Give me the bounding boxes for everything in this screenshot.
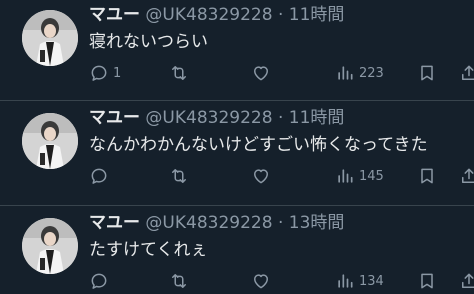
tweet-header: マユー @UK48329228 · 11時間 xyxy=(89,107,344,129)
views-button[interactable]: 134 xyxy=(335,268,384,294)
tweet-text: たすけてくれぇ xyxy=(89,240,208,260)
author-name[interactable]: マユー xyxy=(89,5,140,25)
author-handle[interactable]: @UK48329228 xyxy=(145,213,272,233)
tweet[interactable]: マユー @UK48329228 · 11時間 寝れないつらい 1 223 xyxy=(0,0,474,101)
reply-count: 1 xyxy=(113,65,122,81)
avatar[interactable] xyxy=(22,10,78,66)
tweet[interactable]: マユー @UK48329228 · 11時間 なんかわかんないけどすごい怖くなっ… xyxy=(0,101,474,206)
views-icon xyxy=(338,169,353,183)
share-button[interactable] xyxy=(459,268,474,294)
bookmark-button[interactable] xyxy=(417,60,437,86)
share-icon xyxy=(462,168,474,183)
views-button[interactable]: 145 xyxy=(335,163,384,189)
tweet-text: 寝れないつらい xyxy=(89,32,208,52)
bookmark-icon xyxy=(421,65,433,81)
timeline-feed: マユー @UK48329228 · 11時間 寝れないつらい 1 223 マユー… xyxy=(0,0,474,294)
views-count: 145 xyxy=(359,168,384,184)
reply-button[interactable]: 1 xyxy=(89,60,121,86)
views-icon xyxy=(338,274,353,288)
share-icon xyxy=(462,273,474,288)
tweet-timestamp[interactable]: 11時間 xyxy=(289,108,345,128)
avatar-photo-icon xyxy=(22,218,78,274)
reply-icon xyxy=(91,273,107,289)
separator-dot: · xyxy=(277,5,284,25)
share-button[interactable] xyxy=(459,60,474,86)
views-button[interactable]: 223 xyxy=(335,60,384,86)
tweet-actions: 145 xyxy=(89,163,474,189)
tweet-header: マユー @UK48329228 · 11時間 xyxy=(89,4,344,26)
avatar[interactable] xyxy=(22,218,78,274)
tweet-actions: 134 xyxy=(89,268,474,294)
like-button[interactable] xyxy=(251,163,275,189)
retweet-icon xyxy=(172,169,186,183)
reply-icon xyxy=(91,65,107,81)
tweet-header: マユー @UK48329228 · 13時間 xyxy=(89,212,344,234)
tweet-timestamp[interactable]: 13時間 xyxy=(289,213,345,233)
avatar-photo-icon xyxy=(22,113,78,169)
separator-dot: · xyxy=(277,108,284,128)
reply-icon xyxy=(91,168,107,184)
separator-dot: · xyxy=(277,213,284,233)
author-handle[interactable]: @UK48329228 xyxy=(145,108,272,128)
author-name[interactable]: マユー xyxy=(89,108,140,128)
avatar[interactable] xyxy=(22,113,78,169)
heart-icon xyxy=(254,274,268,289)
views-count: 223 xyxy=(359,65,384,81)
bookmark-icon xyxy=(421,273,433,289)
author-name[interactable]: マユー xyxy=(89,213,140,233)
like-button[interactable] xyxy=(251,60,275,86)
tweet-actions: 1 223 xyxy=(89,60,474,86)
share-button[interactable] xyxy=(459,163,474,189)
views-icon xyxy=(338,66,353,80)
retweet-button[interactable] xyxy=(169,163,193,189)
heart-icon xyxy=(254,66,268,81)
retweet-icon xyxy=(172,66,186,80)
reply-button[interactable] xyxy=(89,163,113,189)
retweet-icon xyxy=(172,274,186,288)
heart-icon xyxy=(254,169,268,184)
retweet-button[interactable] xyxy=(169,268,193,294)
views-count: 134 xyxy=(359,273,384,289)
bookmark-icon xyxy=(421,168,433,184)
retweet-button[interactable] xyxy=(169,60,193,86)
author-handle[interactable]: @UK48329228 xyxy=(145,5,272,25)
tweet[interactable]: マユー @UK48329228 · 13時間 たすけてくれぇ 134 xyxy=(0,206,474,294)
reply-button[interactable] xyxy=(89,268,113,294)
like-button[interactable] xyxy=(251,268,275,294)
tweet-timestamp[interactable]: 11時間 xyxy=(289,5,345,25)
tweet-text: なんかわかんないけどすごい怖くなってきた xyxy=(89,135,428,155)
bookmark-button[interactable] xyxy=(417,163,437,189)
bookmark-button[interactable] xyxy=(417,268,437,294)
share-icon xyxy=(462,65,474,80)
avatar-photo-icon xyxy=(22,10,78,66)
